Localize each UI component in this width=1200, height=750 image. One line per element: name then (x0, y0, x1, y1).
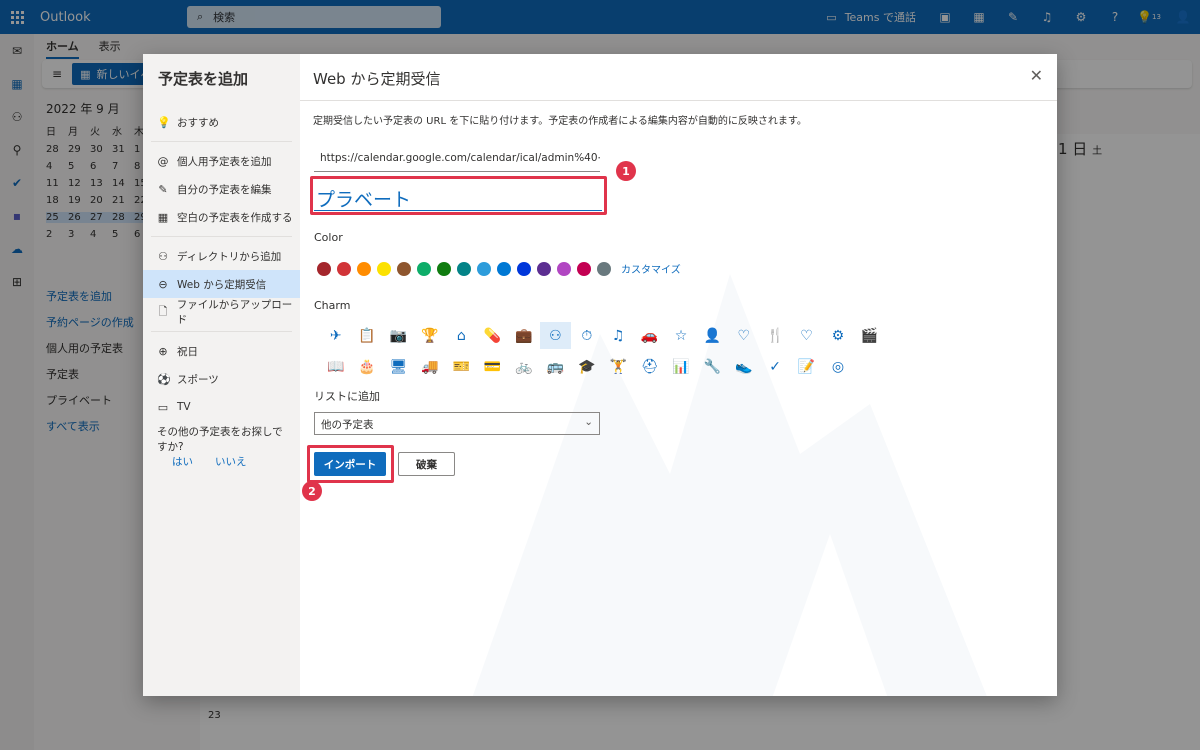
edit-icon: ✎ (158, 182, 168, 196)
charm-icon[interactable]: 🚚 (414, 353, 445, 380)
lightbulb-icon: 💡 (157, 115, 171, 129)
highlight-box-1 (310, 176, 607, 215)
no-link[interactable]: いいえ (215, 455, 247, 470)
charm-icon[interactable]: 📷 (383, 322, 414, 349)
color-swatch[interactable] (577, 261, 591, 276)
color-swatch[interactable] (397, 261, 411, 276)
color-swatch[interactable] (337, 261, 351, 276)
charm-icon[interactable]: ⛑ (634, 353, 665, 380)
charm-icon[interactable]: 👟 (728, 353, 759, 380)
charm-icon[interactable]: 💼 (508, 322, 539, 349)
charm-icon[interactable]: 💊 (477, 322, 508, 349)
color-swatch[interactable] (437, 261, 451, 276)
color-label: Color (314, 231, 343, 244)
charm-icon[interactable]: 🏆 (414, 322, 445, 349)
charm-picker: ✈ 📋 📷 🏆 ⌂ 💊 💼 ⚇ ⏱ ♫ 🚗 ☆ 👤 ♡ 🍴 ♡ ⚙ 🎬 📖 🎂 🖥 🚚 🎫 💳 🚲 🚌 🎓 🏋 ⛑ 📊 🔧 👟 ✓ 📝 ◎ (320, 322, 885, 380)
charm-icon[interactable]: 📝 (791, 353, 822, 380)
dropdown-value: 他の予定表 (321, 419, 374, 431)
file-icon: 🗋 (158, 304, 168, 318)
charm-icon[interactable]: ⚇ (539, 322, 572, 349)
add-calendar-dialog: 予定表を追加 💡 おすすめ @ 個人用予定表を追加 ✎ 自分の予定表を編集 ▦ 空白の予… (143, 54, 1057, 696)
charm-label: Charm (314, 299, 351, 312)
url-input[interactable]: https://calendar.google.com/calendar/ica… (314, 150, 600, 172)
color-swatch[interactable] (417, 261, 431, 276)
globe-icon: ⊕ (158, 344, 168, 358)
charm-icon[interactable]: ♡ (791, 322, 822, 349)
color-picker: カスタマイズ (317, 261, 681, 276)
at-icon: @ (157, 154, 169, 168)
color-swatch[interactable] (377, 261, 391, 276)
color-swatch[interactable] (537, 261, 551, 276)
nav-edit-calendars[interactable]: ✎ 自分の予定表を編集 (143, 175, 300, 203)
charm-icon[interactable]: ✈ (320, 322, 351, 349)
nav-create-blank[interactable]: ▦ 空白の予定表を作成する (143, 203, 300, 231)
dialog-description: 定期受信したい予定表の URL を下に貼り付けます。予定表の作成者による編集内容… (313, 116, 807, 127)
link-icon: ⊖ (158, 277, 168, 291)
calendar-blank-icon: ▦ (157, 210, 169, 224)
charm-icon[interactable]: 💳 (477, 353, 508, 380)
charm-icon[interactable]: 🔧 (697, 353, 728, 380)
color-swatch[interactable] (357, 261, 371, 276)
ball-icon: ⚽ (157, 372, 171, 386)
add-to-list-dropdown[interactable]: 他の予定表 ⌄ (314, 412, 600, 435)
charm-icon[interactable]: 🏋 (603, 353, 634, 380)
color-swatch[interactable] (557, 261, 571, 276)
charm-icon[interactable]: 🚌 (540, 353, 571, 380)
people-icon: ⚇ (158, 249, 168, 263)
charm-icon[interactable]: 📋 (351, 322, 382, 349)
charm-icon[interactable]: 🎂 (351, 353, 382, 380)
charm-icon[interactable]: ☆ (665, 322, 696, 349)
highlight-box-2 (307, 445, 394, 483)
chevron-down-icon: ⌄ (584, 416, 593, 428)
dialog-sidebar-title: 予定表を追加 (158, 70, 249, 88)
charm-icon[interactable]: 🎫 (446, 353, 477, 380)
nav-subscribe-web[interactable]: ⊖ Web から定期受信 (143, 270, 300, 298)
charm-icon[interactable]: ♡ (728, 322, 759, 349)
charm-icon[interactable]: 🚲 (508, 353, 539, 380)
nav-from-directory[interactable]: ⚇ ディレクトリから追加 (143, 242, 300, 270)
charm-icon[interactable]: ⚙ (822, 322, 853, 349)
nav-add-personal[interactable]: @ 個人用予定表を追加 (143, 147, 300, 175)
color-swatch[interactable] (317, 261, 331, 276)
nav-upload-file[interactable]: 🗋 ファイルからアップロード (143, 298, 300, 326)
nav-sports[interactable]: ⚽ スポーツ (143, 365, 300, 393)
color-swatch[interactable] (597, 261, 611, 276)
charm-icon[interactable]: 🖥 (383, 353, 414, 380)
more-calendars-question: その他の予定表をお探しですか? はい いいえ (143, 421, 300, 474)
charm-icon[interactable]: 🎓 (571, 353, 602, 380)
color-swatch[interactable] (477, 261, 491, 276)
more-calendars-text: その他の予定表をお探しですか? (157, 426, 283, 453)
charm-icon[interactable]: ⏱ (571, 322, 602, 349)
color-swatch[interactable] (497, 261, 511, 276)
close-icon[interactable]: ✕ (1030, 66, 1043, 85)
step-badge-1: 1 (616, 161, 636, 181)
charm-icon[interactable]: 👤 (697, 322, 728, 349)
nav-recommended[interactable]: 💡 おすすめ (143, 108, 300, 136)
list-label: リストに追加 (314, 390, 380, 403)
charm-icon[interactable]: ♫ (603, 322, 634, 349)
yes-link[interactable]: はい (172, 455, 193, 470)
charm-icon[interactable]: 🚗 (634, 322, 665, 349)
charm-icon[interactable]: ◎ (822, 353, 853, 380)
customize-link[interactable]: カスタマイズ (621, 261, 681, 276)
color-swatch[interactable] (457, 261, 471, 276)
charm-icon[interactable]: 📊 (665, 353, 696, 380)
dialog-sidebar: 予定表を追加 💡 おすすめ @ 個人用予定表を追加 ✎ 自分の予定表を編集 ▦ 空白の予… (143, 54, 300, 696)
tv-icon: ▭ (157, 400, 169, 414)
color-swatch[interactable] (517, 261, 531, 276)
step-badge-2: 2 (302, 481, 322, 501)
charm-icon[interactable]: 🍴 (759, 322, 790, 349)
charm-icon[interactable]: ⌂ (446, 322, 477, 349)
charm-icon[interactable]: 🎬 (854, 322, 885, 349)
dialog-title: Web から定期受信 (313, 70, 441, 88)
discard-button[interactable]: 破棄 (398, 452, 455, 476)
charm-icon[interactable]: 📖 (320, 353, 351, 380)
dialog-content: Web から定期受信 ✕ 定期受信したい予定表の URL を下に貼り付けます。予… (300, 54, 1057, 696)
nav-holidays[interactable]: ⊕ 祝日 (143, 337, 300, 365)
charm-icon[interactable]: ✓ (759, 353, 790, 380)
nav-tv[interactable]: ▭ TV (143, 393, 300, 421)
